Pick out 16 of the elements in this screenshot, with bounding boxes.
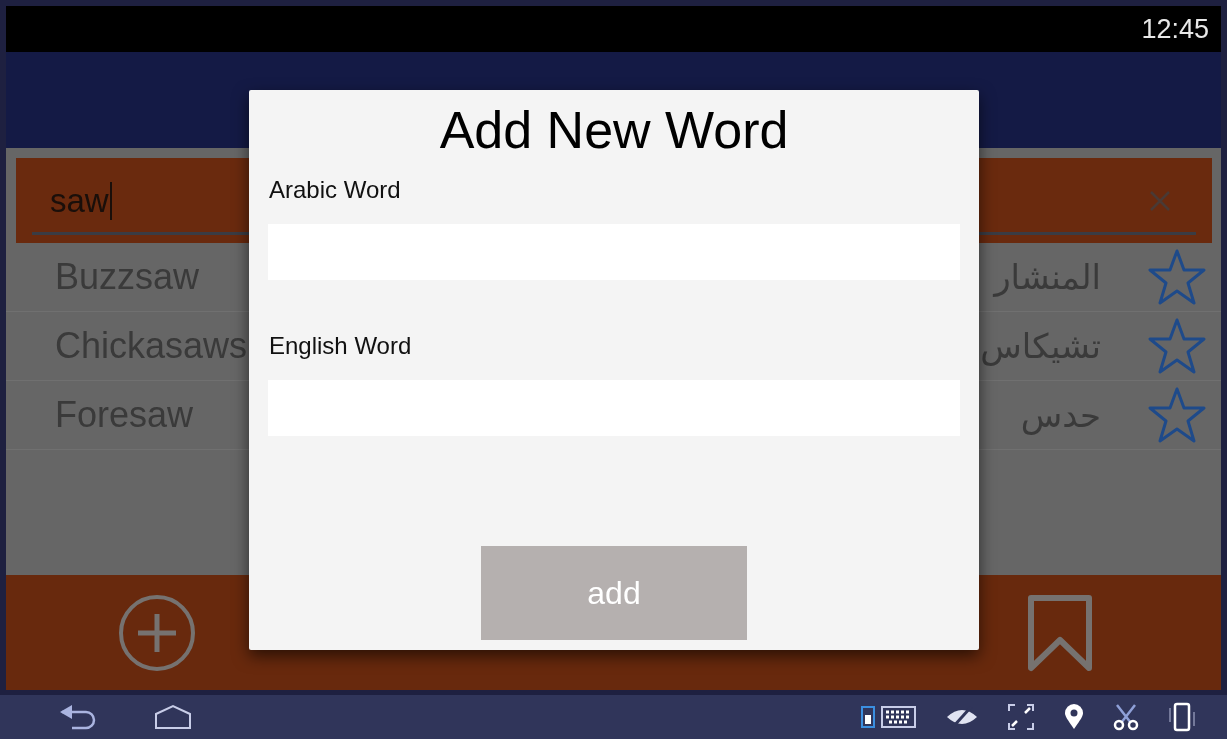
back-icon[interactable]: [58, 704, 98, 730]
phone-icon[interactable]: [1167, 702, 1197, 732]
add-button[interactable]: add: [481, 546, 747, 640]
star-icon[interactable]: [1147, 317, 1207, 375]
field-label: English Word: [269, 332, 413, 360]
dialog-title: Add New Word: [438, 100, 790, 161]
location-pin-icon[interactable]: [1063, 703, 1085, 731]
field-label: Arabic Word: [269, 176, 402, 204]
search-text: saw: [50, 181, 109, 220]
star-icon[interactable]: [1147, 248, 1207, 306]
home-icon[interactable]: [154, 704, 192, 730]
clock: 12:45: [1141, 13, 1209, 45]
scissors-icon[interactable]: [1113, 703, 1139, 731]
fullscreen-icon[interactable]: [1007, 703, 1035, 731]
keyboard-icon[interactable]: [861, 705, 917, 729]
star-icon[interactable]: [1147, 386, 1207, 444]
